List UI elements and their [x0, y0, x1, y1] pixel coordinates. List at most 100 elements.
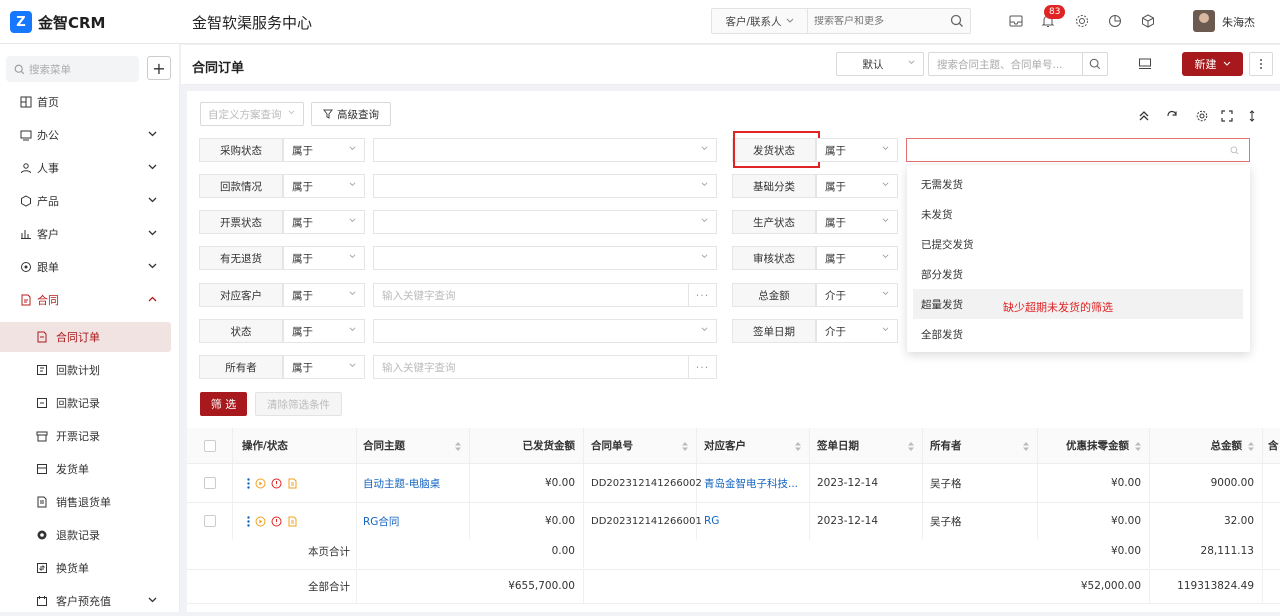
filter-value-select[interactable] [373, 246, 717, 270]
gear-icon[interactable] [1074, 13, 1090, 29]
row-checkbox[interactable] [203, 477, 216, 489]
avatar[interactable] [1193, 10, 1215, 32]
filter-operator-select[interactable]: 属于 [283, 210, 365, 234]
filter-operator-select[interactable]: 属于 [816, 138, 898, 162]
subject-link[interactable]: RG合同 [357, 502, 470, 540]
notification-badge: 83 [1044, 5, 1066, 19]
filter-operator-select[interactable]: 属于 [283, 246, 365, 270]
filter-operator-select[interactable]: 属于 [816, 210, 898, 234]
column-header-number[interactable]: 合同单号 [584, 428, 697, 464]
filter-operator-select[interactable]: 属于 [816, 174, 898, 198]
dropdown-option[interactable]: 无需发货 [913, 169, 1243, 199]
sidebar-item-home[interactable]: 首页 [0, 87, 180, 117]
dropdown-option[interactable]: 已提交发货 [913, 229, 1243, 259]
add-menu-button[interactable]: + [147, 56, 171, 80]
contract-search-input[interactable]: 搜索合同主题、合同单号... [928, 52, 1083, 76]
column-header-discount[interactable]: 优惠抹零金额 [1038, 428, 1150, 464]
recharge-icon [37, 596, 47, 606]
ship-status-select[interactable] [906, 138, 1250, 162]
scheme-select[interactable]: 自定义方案查询 [200, 102, 304, 126]
dropdown-option[interactable]: 全部发货 [913, 319, 1243, 349]
sidebar-item-invoice[interactable]: 开票记录 [0, 421, 180, 451]
more-button[interactable] [1249, 52, 1273, 76]
subject-link[interactable]: 自动主题-电脑桌 [357, 464, 470, 502]
sidebar-item-hr[interactable]: 人事 [0, 153, 180, 183]
menu-search-input[interactable]: 搜索菜单 [6, 56, 139, 82]
filter-operator-select[interactable]: 属于 [283, 355, 365, 379]
new-button[interactable]: 新建 [1182, 52, 1243, 76]
height-icon[interactable] [1248, 110, 1256, 122]
more-vertical-icon[interactable] [247, 477, 250, 489]
refresh-icon[interactable] [1166, 110, 1178, 122]
operator-value: 属于 [292, 325, 313, 338]
contract-search-button[interactable] [1082, 52, 1108, 76]
sidebar-item-office[interactable]: 办公 [0, 120, 180, 150]
cube-icon[interactable] [1140, 13, 1156, 29]
play-icon[interactable] [255, 478, 266, 489]
sidebar-item-follow[interactable]: 跟单 [0, 252, 180, 282]
column-header-total[interactable]: 总金额 [1150, 428, 1263, 464]
global-search-input[interactable] [808, 15, 944, 27]
dropdown-option[interactable]: 未发货 [913, 199, 1243, 229]
filter-operator-select[interactable]: 介于 [816, 319, 898, 343]
search-button[interactable] [944, 14, 970, 28]
advanced-query-button[interactable]: 高级查询 [311, 102, 391, 126]
lookup-more-button[interactable]: ··· [688, 356, 716, 378]
pie-chart-icon[interactable] [1107, 13, 1123, 29]
customer-lookup-input[interactable]: 输入关键字查询 ··· [373, 283, 717, 307]
view-select[interactable]: 默认 [836, 52, 924, 76]
sidebar-item-customer[interactable]: 客户 [0, 219, 180, 249]
owner-lookup-input[interactable]: 输入关键字查询 ··· [373, 355, 717, 379]
row-checkbox[interactable] [203, 515, 216, 527]
column-header-date[interactable]: 签单日期 [810, 428, 923, 464]
filter-operator-select[interactable]: 属于 [283, 319, 365, 343]
column-header-owner[interactable]: 所有者 [923, 428, 1038, 464]
document-icon[interactable] [287, 516, 298, 527]
sort-icon [1135, 442, 1141, 451]
fullscreen-icon[interactable] [1221, 110, 1233, 122]
more-vertical-icon[interactable] [247, 515, 250, 527]
chevron-down-icon [349, 146, 356, 150]
user-name[interactable]: 朱海杰 [1222, 14, 1255, 30]
alert-icon[interactable] [271, 478, 282, 489]
sidebar-item-sales-return[interactable]: 销售退货单 [0, 487, 180, 517]
search-type-select[interactable]: 客户/联系人 [712, 9, 808, 33]
document-icon[interactable] [287, 478, 298, 489]
sidebar-item-payment-record[interactable]: 回款记录 [0, 388, 180, 418]
play-icon[interactable] [255, 516, 266, 527]
filter-value-select[interactable] [373, 319, 717, 343]
filter-operator-select[interactable]: 属于 [816, 246, 898, 270]
column-header-subject[interactable]: 合同主题 [357, 428, 470, 464]
dropdown-option[interactable]: 部分发货 [913, 259, 1243, 289]
clear-filter-button[interactable]: 清除筛选条件 [255, 392, 342, 416]
sidebar-item-contract-order[interactable]: 合同订单 [0, 322, 171, 352]
sidebar-item-exchange[interactable]: 换货单 [0, 553, 180, 583]
sort-icon [795, 442, 801, 451]
filter-operator-select[interactable]: 介于 [816, 283, 898, 307]
filter-value-select[interactable] [373, 210, 717, 234]
collapse-icon[interactable] [1138, 110, 1150, 122]
column-header-customer[interactable]: 对应客户 [697, 428, 810, 464]
sidebar-item-product[interactable]: 产品 [0, 186, 180, 216]
sidebar-item-delivery[interactable]: 发货单 [0, 454, 180, 484]
alert-icon[interactable] [271, 516, 282, 527]
customer-link[interactable]: 青岛金智电子科技... [697, 464, 810, 502]
inbox-icon[interactable] [1008, 13, 1024, 29]
filter-label: 总金额 [732, 283, 816, 307]
sidebar-item-contract[interactable]: 合同 [0, 285, 180, 315]
filter-operator-select[interactable]: 属于 [283, 283, 365, 307]
settings-icon[interactable] [1196, 110, 1208, 122]
sidebar-item-refund[interactable]: 退款记录 [0, 520, 180, 550]
select-all-checkbox[interactable] [203, 439, 216, 452]
lookup-more-button[interactable]: ··· [688, 284, 716, 306]
sidebar-item-payment-plan[interactable]: 回款计划 [0, 355, 180, 385]
app-logo[interactable]: Z 金智CRM [10, 11, 106, 33]
filter-button[interactable]: 筛 选 [200, 392, 247, 416]
sidebar-item-label: 办公 [37, 129, 59, 142]
filter-operator-select[interactable]: 属于 [283, 174, 365, 198]
filter-value-select[interactable] [373, 138, 717, 162]
monitor-icon[interactable] [1138, 58, 1152, 70]
customer-link[interactable]: RG [697, 502, 810, 540]
filter-value-select[interactable] [373, 174, 717, 198]
filter-operator-select[interactable]: 属于 [283, 138, 365, 162]
